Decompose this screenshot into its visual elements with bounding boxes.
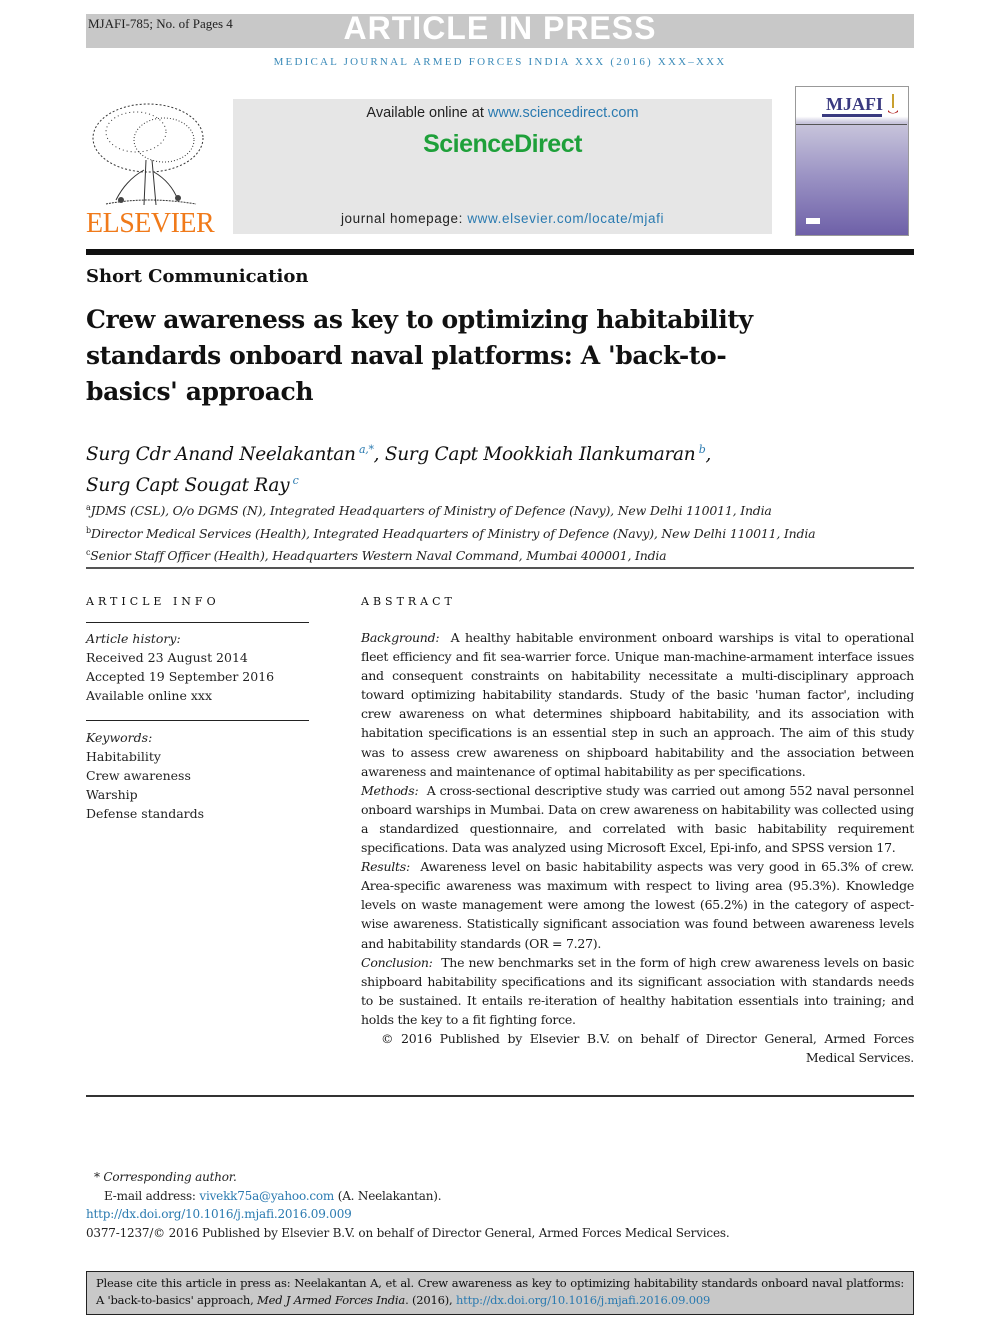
author: Surg Capt Sougat Ray c xyxy=(86,474,299,497)
author-affiliation-link[interactable]: c xyxy=(293,474,299,487)
journal-running-head: MEDICAL JOURNAL ARMED FORCES INDIA XXX (… xyxy=(273,56,727,68)
navy-emblem-icon xyxy=(888,94,898,114)
history-available: Available online xxx xyxy=(86,688,212,703)
journal-cover-divider xyxy=(796,124,907,125)
header-rule xyxy=(86,249,914,255)
article-in-press-label: ARTICLE IN PRESS xyxy=(343,10,657,46)
abstract-heading: ABSTRACT xyxy=(361,595,456,608)
article-title: Crew awareness as key to optimizing habi… xyxy=(86,305,753,406)
footnotes: * Corresponding author. E-mail address: … xyxy=(86,1168,914,1242)
citation-doi-link[interactable]: http://dx.doi.org/10.1016/j.mjafi.2016.0… xyxy=(456,1293,710,1307)
doi-link[interactable]: http://dx.doi.org/10.1016/j.mjafi.2016.0… xyxy=(86,1207,352,1221)
journal-cover-badge xyxy=(806,218,820,224)
author-name: Surg Cdr Anand Neelakantan xyxy=(86,444,356,466)
abstract-section-label: Background: xyxy=(361,630,440,645)
article-type: Short Communication xyxy=(86,266,309,287)
abstract-section-text: A healthy habitable environment onboard … xyxy=(361,630,914,779)
available-online: Available online at www.sciencedirect.co… xyxy=(233,105,772,121)
article-info-rule xyxy=(86,720,309,721)
author: Surg Cdr Anand Neelakantan a,*, xyxy=(86,443,385,466)
abstract-conclusion: Conclusion: The new benchmarks set in th… xyxy=(361,953,914,1029)
journal-homepage: journal homepage: www.elsevier.com/locat… xyxy=(233,211,772,226)
elsevier-logo: ELSEVIER xyxy=(86,208,215,239)
article-history-label: Article history: xyxy=(86,631,181,646)
author-name: Surg Capt Mookkiah Ilankumaran xyxy=(384,444,696,466)
journal-cover-subtitle-bar xyxy=(822,114,882,117)
keyword: Crew awareness xyxy=(86,768,191,783)
history-received: Received 23 August 2014 xyxy=(86,650,248,665)
abstract-section-text: Awareness level on basic habitability as… xyxy=(361,859,914,951)
keyword: Habitability xyxy=(86,749,161,764)
affiliation: bDirector Medical Services (Health), Int… xyxy=(86,525,816,541)
keyword: Defense standards xyxy=(86,806,205,821)
article-history: Article history: Received 23 August 2014… xyxy=(86,629,274,705)
abstract-copyright: © 2016 Published by Elsevier B.V. on beh… xyxy=(381,1030,914,1066)
available-online-label: Available online at xyxy=(366,105,488,121)
journal-homepage-link[interactable]: www.elsevier.com/locate/mjafi xyxy=(467,211,664,226)
footnote-rule xyxy=(86,1095,914,1097)
abstract-methods: Methods: A cross-sectional descriptive s… xyxy=(361,781,914,857)
keyword: Warship xyxy=(86,787,138,802)
affiliation-list: aJDMS (CSL), O/o DGMS (N), Integrated He… xyxy=(86,498,914,566)
abstract-background: Background: A healthy habitable environm… xyxy=(361,628,914,781)
journal-homepage-label: journal homepage: xyxy=(340,211,468,226)
abstract-body: Background: A healthy habitable environm… xyxy=(361,628,914,1067)
abstract-section-label: Methods: xyxy=(361,782,419,798)
author-affiliation-link[interactable]: a,* xyxy=(359,443,374,456)
corresponding-author-note: * Corresponding author. xyxy=(94,1170,237,1184)
sciencedirect-link[interactable]: www.sciencedirect.com xyxy=(488,105,639,121)
abstract-section-text: A cross-sectional descriptive study was … xyxy=(361,782,914,856)
keywords-label: Keywords: xyxy=(86,730,153,745)
email-line: E-mail address: vivekk75a@yahoo.com (A. … xyxy=(104,1188,442,1203)
journal-cover-title: MJAFI xyxy=(826,94,883,114)
author-affiliation-link[interactable]: b xyxy=(699,443,706,456)
abstract-section-label: Conclusion: xyxy=(361,954,433,970)
email-link[interactable]: vivekk75a@yahoo.com xyxy=(199,1189,334,1203)
affiliation: aJDMS (CSL), O/o DGMS (N), Integrated He… xyxy=(86,503,772,519)
history-accepted: Accepted 19 September 2016 xyxy=(86,669,275,684)
author: Surg Capt Mookkiah Ilankumaran b, xyxy=(384,443,712,466)
article-info-rule xyxy=(86,622,309,623)
section-rule xyxy=(86,567,914,569)
elsevier-tree-icon xyxy=(92,103,204,206)
author-name: Surg Capt Sougat Ray xyxy=(86,475,290,497)
abstract-results: Results: Awareness level on basic habita… xyxy=(361,857,914,952)
article-info-heading: ARTICLE INFO xyxy=(86,595,220,608)
citation-journal: Med J Armed Forces India xyxy=(257,1292,406,1307)
citation-text: Please cite this article in press as: Ne… xyxy=(96,1276,904,1307)
abstract-section-text: The new benchmarks set in the form of hi… xyxy=(361,954,915,1027)
issn-copyright: 0377-1237/© 2016 Published by Elsevier B… xyxy=(86,1225,730,1240)
abstract-section-label: Results: xyxy=(361,859,410,875)
sciencedirect-logo[interactable]: ScienceDirect xyxy=(233,130,772,159)
keywords: Keywords: Habitability Crew awareness Wa… xyxy=(86,728,204,823)
author-list: Surg Cdr Anand Neelakantan a,*, Surg Cap… xyxy=(86,437,866,499)
affiliation: cSenior Staff Officer (Health), Headquar… xyxy=(86,548,667,564)
